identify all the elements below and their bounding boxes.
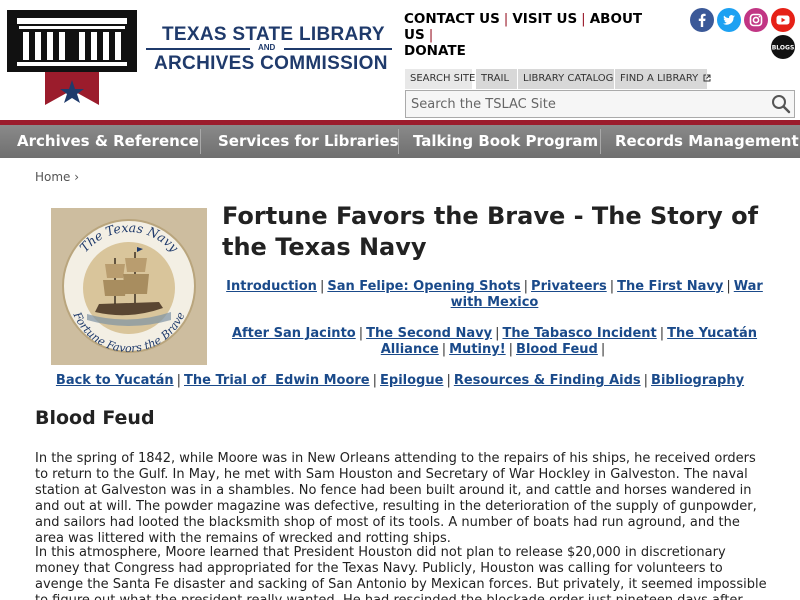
toc-link[interactable]: After San Jacinto <box>232 326 356 341</box>
toc-link[interactable]: The Trial of Edwin Moore <box>184 373 370 388</box>
nav-divider <box>200 129 201 154</box>
donate-link[interactable]: DONATE <box>404 43 466 59</box>
toc-separator: | <box>495 326 500 341</box>
youtube-icon[interactable] <box>771 8 795 32</box>
facebook-icon[interactable] <box>690 8 714 32</box>
contact-us-link[interactable]: CONTACT US <box>404 11 500 27</box>
toc-link[interactable]: Privateers <box>531 279 607 294</box>
visit-us-link[interactable]: VISIT US <box>512 11 577 27</box>
utility-links: CONTACT US | VISIT US | ABOUT US | DONATE <box>404 11 674 59</box>
org-name-line2: ARCHIVES COMMISSION <box>154 53 388 74</box>
breadcrumb: Home › <box>35 170 79 184</box>
texas-navy-emblem: The Texas Navy Fortune Favors the Brave <box>51 208 207 365</box>
twitter-icon[interactable] <box>717 8 741 32</box>
breadcrumb-separator: › <box>74 170 80 184</box>
instagram-icon[interactable] <box>744 8 768 32</box>
exhibit-toc-row1: Introduction | San Felipe: Opening Shots | P… <box>222 279 767 311</box>
toc-link[interactable]: Bibliography <box>651 373 744 388</box>
toc-separator: | <box>643 373 649 388</box>
exhibit-toc-row2: After San Jacinto | The Second Navy | The Ta… <box>222 326 767 358</box>
toc-link[interactable]: Epilogue <box>380 373 443 388</box>
tab-library-catalog[interactable]: LIBRARY CATALOG <box>518 69 614 89</box>
toc-separator: | <box>659 326 665 341</box>
toc-separator: | <box>446 373 451 388</box>
exhibit-toc-row3: Back to Yucatán | The Trial of Edwin Moore… <box>35 373 765 389</box>
tab-find-a-library-label: FIND A LIBRARY <box>620 73 699 84</box>
search-input[interactable] <box>409 93 764 115</box>
toc-separator: | <box>726 279 731 294</box>
wordmark-rule <box>146 48 250 50</box>
toc-separator: | <box>358 326 364 341</box>
tab-find-a-library[interactable]: FIND A LIBRARY <box>615 69 711 89</box>
tab-search-site[interactable]: SEARCH SITE <box>405 69 475 89</box>
toc-link[interactable]: Back to Yucatán <box>56 373 174 388</box>
toc-link[interactable]: San Felipe: Opening Shots <box>327 279 520 294</box>
toc-link[interactable]: Introduction <box>226 279 317 294</box>
toc-link-current[interactable]: Blood Feud <box>516 342 598 357</box>
search-icon[interactable] <box>770 93 792 115</box>
nav-divider <box>398 129 399 154</box>
toc-separator: | <box>609 279 615 294</box>
nav-divider <box>600 129 601 154</box>
toc-separator: | <box>441 342 447 357</box>
section-heading: Blood Feud <box>35 407 155 429</box>
nav-records-management[interactable]: Records Management <box>615 125 799 158</box>
utility-separator: | <box>428 27 434 43</box>
main-nav: Archives & Reference Services for Librar… <box>0 125 800 158</box>
blogs-icon[interactable]: BLOGS <box>771 35 795 59</box>
tab-trail[interactable]: TRAIL <box>476 69 517 89</box>
toc-separator: | <box>508 342 514 357</box>
utility-separator: | <box>581 11 586 27</box>
toc-separator: | <box>176 373 181 388</box>
nav-archives-reference[interactable]: Archives & Reference <box>17 125 199 158</box>
toc-link[interactable]: Resources & Finding Aids <box>454 373 641 388</box>
page-title: Fortune Favors the Brave - The Story of … <box>222 202 759 261</box>
search-box <box>405 90 795 118</box>
toc-link[interactable]: The First Navy <box>617 279 723 294</box>
org-name-and: AND <box>258 43 276 52</box>
site-header: TEXAS STATE LIBRARY AND ARCHIVES COMMISS… <box>0 0 800 122</box>
toc-link[interactable]: Mutiny! <box>449 342 506 357</box>
toc-separator: | <box>319 279 325 294</box>
article-paragraph: In the spring of 1842, while Moore was i… <box>35 451 757 546</box>
nav-services-for-libraries[interactable]: Services for Libraries <box>218 125 399 158</box>
toc-separator: | <box>600 342 606 357</box>
toc-separator: | <box>372 373 378 388</box>
external-link-icon <box>703 74 711 82</box>
tslac-wordmark[interactable]: TEXAS STATE LIBRARY AND ARCHIVES COMMISS… <box>146 24 394 76</box>
toc-link[interactable]: The Tabasco Incident <box>502 326 656 341</box>
utility-separator: | <box>503 11 509 27</box>
tslac-logo-mark[interactable] <box>7 10 137 105</box>
toc-link[interactable]: The Second Navy <box>366 326 492 341</box>
article-paragraph: In this atmosphere, Moore learned that P… <box>35 545 767 600</box>
toc-separator: | <box>523 279 529 294</box>
breadcrumb-home[interactable]: Home <box>35 170 70 184</box>
wordmark-rule <box>284 48 392 50</box>
blogs-label: BLOGS <box>772 45 795 52</box>
nav-talking-book-program[interactable]: Talking Book Program <box>413 125 598 158</box>
